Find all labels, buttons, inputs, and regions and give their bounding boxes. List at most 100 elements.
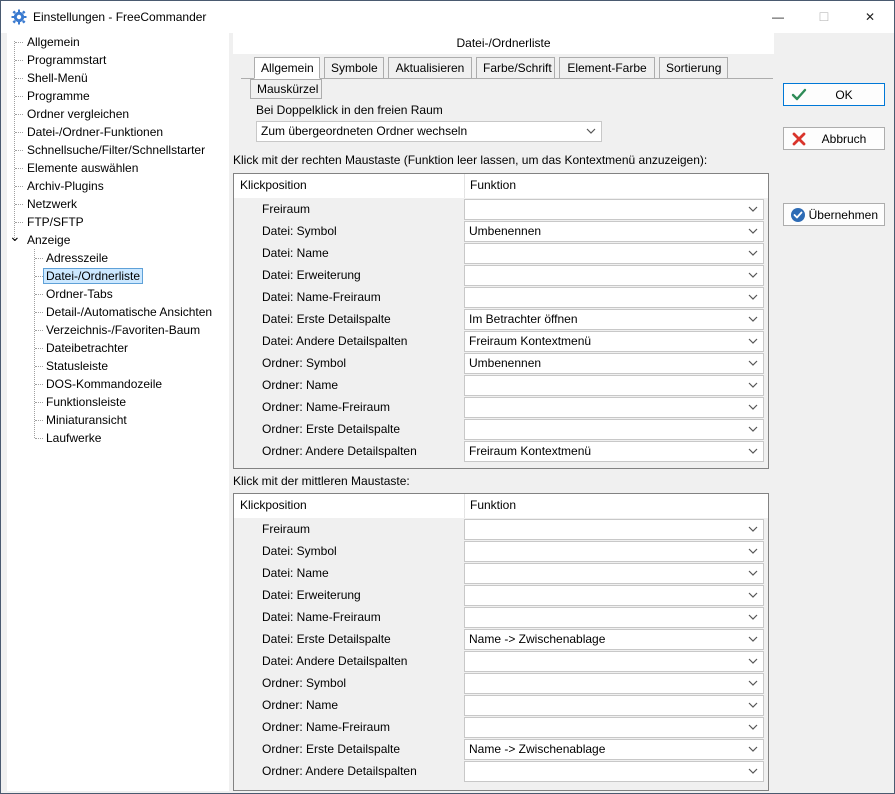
tree-item-label: Ordner vergleichen bbox=[27, 107, 130, 121]
tree-line bbox=[15, 96, 23, 97]
tree-item[interactable]: DOS-Kommandozeile bbox=[46, 375, 162, 393]
function-select[interactable]: Umbenennen bbox=[464, 353, 764, 374]
tab-sortierung[interactable]: Sortierung bbox=[659, 57, 728, 79]
function-select[interactable]: Freiraum Kontextmenü bbox=[464, 441, 764, 462]
click-position-label: Ordner: Erste Detailspalte bbox=[262, 742, 401, 756]
function-value: Freiraum Kontextmenü bbox=[469, 334, 592, 348]
function-value: Im Betrachter öffnen bbox=[469, 312, 578, 326]
tree-item[interactable]: Statusleiste bbox=[46, 357, 108, 375]
tree-item[interactable]: Verzeichnis-/Favoriten-Baum bbox=[46, 321, 200, 339]
chevron-down-icon bbox=[748, 338, 758, 344]
tree-item[interactable]: Miniaturansicht bbox=[46, 411, 127, 429]
function-select[interactable] bbox=[464, 761, 764, 782]
chevron-down-icon bbox=[748, 548, 758, 554]
settings-tree[interactable]: Allgemein Programmstart Shell-Menü Programm… bbox=[7, 33, 229, 791]
function-select[interactable] bbox=[464, 651, 764, 672]
function-select[interactable] bbox=[464, 585, 764, 606]
function-select[interactable] bbox=[464, 717, 764, 738]
tree-item[interactable]: Datei-/Ordner-Funktionen bbox=[27, 123, 163, 141]
function-select[interactable]: Name -> Zwischenablage bbox=[464, 629, 764, 650]
function-select[interactable] bbox=[464, 199, 764, 220]
column-separator bbox=[464, 174, 465, 198]
tree-item[interactable]: Schnellsuche/Filter/Schnellstarter bbox=[27, 141, 205, 159]
tree-item[interactable]: Detail-/Automatische Ansichten bbox=[46, 303, 212, 321]
maximize-button[interactable]: ☐ bbox=[801, 1, 847, 33]
double-click-select[interactable]: Zum übergeordneten Ordner wechseln bbox=[256, 121, 602, 142]
tree-item-label: Netzwerk bbox=[27, 197, 78, 211]
tree-item-label: Allgemein bbox=[27, 35, 80, 49]
click-position-label: Ordner: Name-Freiraum bbox=[262, 720, 391, 734]
click-position-label: Ordner: Name bbox=[262, 378, 339, 392]
column-separator bbox=[464, 494, 465, 518]
tree-item[interactable]: Ordner-Tabs bbox=[46, 285, 113, 303]
tree-item[interactable]: Dateibetrachter bbox=[46, 339, 128, 357]
tree-item[interactable]: Datei-/Ordnerliste bbox=[43, 267, 144, 285]
function-select[interactable] bbox=[464, 419, 764, 440]
click-position-label: Datei: Name bbox=[262, 566, 329, 580]
tree-item[interactable]: Ordner vergleichen bbox=[27, 105, 129, 123]
function-select[interactable]: Name -> Zwischenablage bbox=[464, 739, 764, 760]
tree-item[interactable]: Laufwerke bbox=[46, 429, 101, 447]
function-select[interactable] bbox=[464, 541, 764, 562]
apply-button[interactable]: Übernehmen bbox=[783, 203, 885, 226]
function-select[interactable] bbox=[464, 287, 764, 308]
tab-farbe-schrift[interactable]: Farbe/Schrift bbox=[476, 57, 555, 79]
tree-item[interactable]: FTP/SFTP bbox=[27, 213, 84, 231]
tree-item[interactable]: Anzeige bbox=[27, 231, 70, 249]
function-select[interactable]: Im Betrachter öffnen bbox=[464, 309, 764, 330]
chevron-down-icon bbox=[748, 768, 758, 774]
click-position-label: Ordner: Andere Detailspalten bbox=[262, 764, 417, 778]
tree-item[interactable]: Archiv-Plugins bbox=[27, 177, 104, 195]
grid-header: Klickposition Funktion bbox=[234, 494, 768, 518]
tree-item[interactable]: Funktionsleiste bbox=[46, 393, 126, 411]
function-select[interactable] bbox=[464, 563, 764, 584]
function-select[interactable] bbox=[464, 695, 764, 716]
tree-line bbox=[35, 420, 43, 421]
tab-element-farbe[interactable]: Element-Farbe bbox=[559, 57, 655, 79]
click-position-label: Ordner: Name-Freiraum bbox=[262, 400, 391, 414]
tab-mauskuerzel[interactable]: Mauskürzel bbox=[250, 79, 322, 99]
tab-aktualisieren[interactable]: Aktualisieren bbox=[388, 57, 472, 79]
tree-item[interactable]: Adresszeile bbox=[46, 249, 108, 267]
tree-item[interactable]: Elemente auswählen bbox=[27, 159, 138, 177]
function-select[interactable]: Freiraum Kontextmenü bbox=[464, 331, 764, 352]
tree-item-label: DOS-Kommandozeile bbox=[46, 377, 163, 391]
function-select[interactable] bbox=[464, 375, 764, 396]
tree-item[interactable]: Netzwerk bbox=[27, 195, 77, 213]
tree-item[interactable]: Programmstart bbox=[27, 51, 106, 69]
tree-item-label: Dateibetrachter bbox=[46, 341, 129, 355]
click-position-label: Datei: Erweiterung bbox=[262, 268, 361, 282]
function-select[interactable] bbox=[464, 265, 764, 286]
tree-line bbox=[35, 402, 43, 403]
tree-line bbox=[35, 294, 43, 295]
chevron-down-icon bbox=[748, 316, 758, 322]
tree-item[interactable]: Programme bbox=[27, 87, 90, 105]
tree-item-label: Funktionsleiste bbox=[46, 395, 127, 409]
click-position-label: Datei: Erste Detailspalte bbox=[262, 312, 391, 326]
function-select[interactable] bbox=[464, 673, 764, 694]
tree-item[interactable]: Allgemein bbox=[27, 33, 80, 51]
checkmark-icon bbox=[788, 88, 810, 102]
double-click-value: Zum übergeordneten Ordner wechseln bbox=[261, 124, 468, 138]
minimize-button[interactable]: — bbox=[755, 1, 801, 33]
function-select[interactable] bbox=[464, 243, 764, 264]
click-position-label: Ordner: Symbol bbox=[262, 356, 347, 370]
function-select[interactable] bbox=[464, 519, 764, 540]
function-select[interactable]: Umbenennen bbox=[464, 221, 764, 242]
function-value: Umbenennen bbox=[469, 224, 542, 238]
tab-allgemein[interactable]: Allgemein bbox=[254, 57, 320, 79]
chevron-down-icon bbox=[748, 294, 758, 300]
function-select[interactable] bbox=[464, 397, 764, 418]
cancel-label: Abbruch bbox=[821, 131, 867, 146]
tree-item[interactable]: Shell-Menü bbox=[27, 69, 88, 87]
cancel-button[interactable]: Abbruch bbox=[783, 127, 885, 150]
ok-button[interactable]: OK bbox=[783, 83, 885, 106]
tree-line bbox=[35, 312, 43, 313]
tab-symbole[interactable]: Symbole bbox=[324, 57, 384, 79]
click-position-label: Datei: Symbol bbox=[262, 224, 337, 238]
function-select[interactable] bbox=[464, 607, 764, 628]
tree-line bbox=[35, 276, 43, 277]
chevron-down-icon[interactable]: ⌄ bbox=[9, 228, 21, 245]
tree-item-label: FTP/SFTP bbox=[27, 215, 84, 229]
close-button[interactable]: ✕ bbox=[847, 1, 893, 33]
